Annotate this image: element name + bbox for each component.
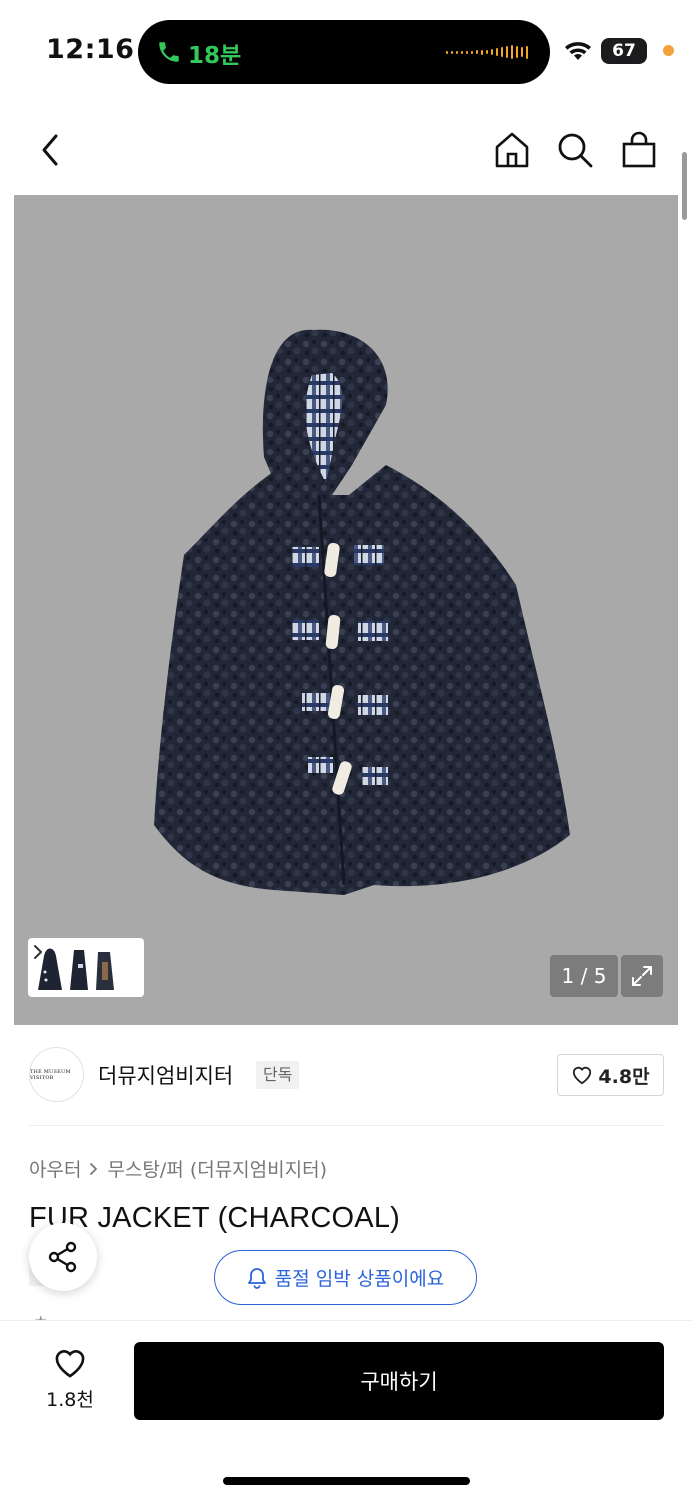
home-indicator[interactable]: [223, 1477, 470, 1485]
brand-name[interactable]: 더뮤지엄비지터: [98, 1060, 233, 1090]
breadcrumb-category[interactable]: 아우터: [29, 1155, 81, 1182]
share-button[interactable]: [29, 1223, 97, 1291]
thumbnail-strip[interactable]: [28, 938, 144, 997]
heart-icon: [55, 1350, 85, 1378]
shopping-bag-icon: [622, 131, 656, 168]
image-counter: 1 / 5: [550, 955, 618, 997]
top-navigation: [0, 110, 692, 190]
status-bar: 12:16 18분 67: [0, 0, 692, 100]
section-divider: [29, 1125, 663, 1126]
home-icon: [495, 132, 529, 168]
low-stock-toast[interactable]: 품절 임박 상품이에요: [214, 1250, 477, 1305]
share-icon: [48, 1241, 77, 1273]
product-image-gallery[interactable]: 1 / 5: [14, 195, 678, 1025]
bottom-action-bar: 1.8천 구매하기: [0, 1320, 692, 1500]
chevron-right-icon: [34, 945, 42, 959]
wifi-icon: [565, 42, 591, 60]
status-clock: 12:16: [46, 34, 135, 65]
audio-waveform-icon: [446, 42, 528, 62]
phone-icon: [159, 42, 179, 62]
dynamic-island-call[interactable]: 18분: [138, 20, 550, 84]
brand-logo-text: THE MUSEUM VISITOR: [30, 1068, 71, 1081]
home-button[interactable]: [488, 126, 536, 174]
privacy-dot-icon: [663, 45, 674, 56]
exclusive-badge: 단독: [256, 1061, 300, 1089]
cart-button[interactable]: [615, 126, 663, 174]
chevron-right-icon: [90, 1162, 98, 1175]
heart-icon: [573, 1066, 592, 1085]
call-duration: 18분: [188, 43, 242, 69]
buy-button[interactable]: 구매하기: [134, 1342, 664, 1420]
thumbnail-images: [32, 942, 118, 993]
scroll-indicator: [682, 152, 687, 220]
search-button[interactable]: [551, 126, 599, 174]
chevron-left-icon: [42, 134, 58, 166]
expand-icon: [632, 966, 652, 986]
brand-logo[interactable]: THE MUSEUM VISITOR: [29, 1047, 84, 1102]
brand-like-count: 4.8만: [598, 1065, 650, 1088]
bell-icon: [247, 1267, 266, 1289]
expand-image-button[interactable]: [621, 955, 663, 997]
breadcrumb-subcategory[interactable]: 무스탕/퍼 (더뮤지엄비지터): [107, 1155, 327, 1182]
breadcrumb: 아우터 무스탕/퍼 (더뮤지엄비지터): [29, 1155, 327, 1182]
brand-like-button[interactable]: 4.8만: [557, 1054, 664, 1096]
wishlist-count: 1.8천: [46, 1389, 94, 1411]
back-button[interactable]: [26, 126, 74, 174]
wishlist-button[interactable]: 1.8천: [30, 1347, 110, 1412]
toast-message: 품절 임박 상품이에요: [274, 1268, 445, 1290]
product-image: [154, 329, 570, 895]
search-icon: [558, 133, 593, 168]
battery-indicator: 67: [601, 38, 647, 64]
